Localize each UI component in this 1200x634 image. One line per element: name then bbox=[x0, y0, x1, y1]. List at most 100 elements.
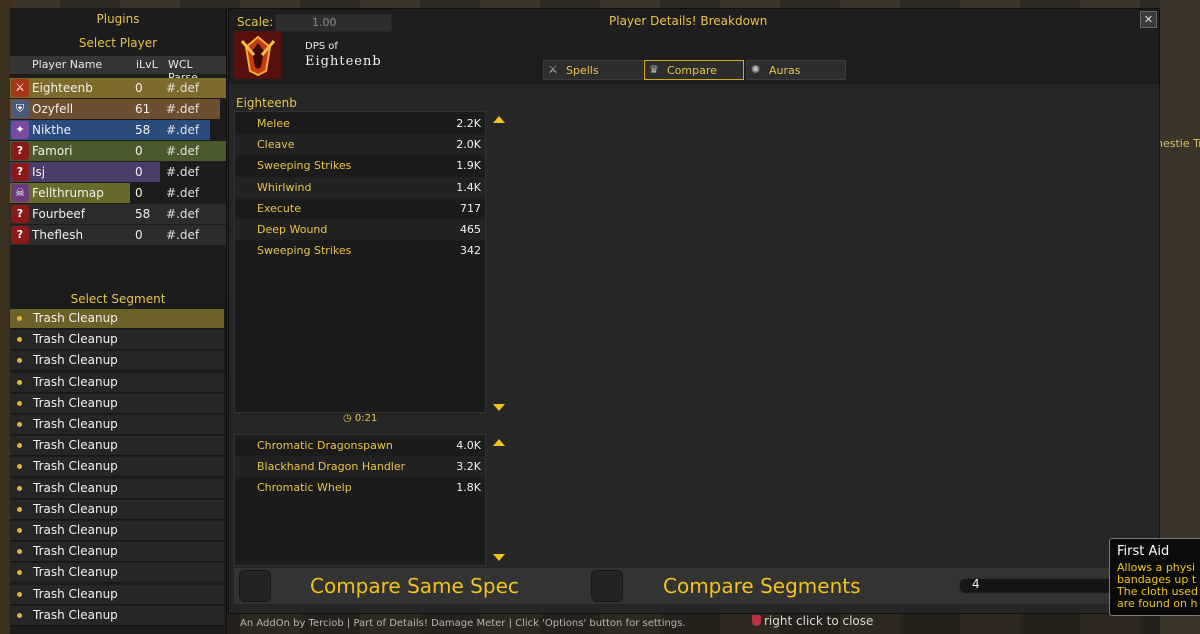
segment-row[interactable]: Trash Cleanup bbox=[10, 584, 224, 605]
spell-row[interactable]: Whirlwind 1.4K bbox=[235, 176, 485, 198]
spell-row[interactable]: Cleave 2.0K bbox=[235, 134, 485, 156]
segment-label: Trash Cleanup bbox=[33, 586, 118, 601]
selected-player-name: Eighteenb bbox=[305, 54, 382, 69]
close-button[interactable]: ✕ bbox=[1140, 11, 1157, 28]
player-parse: #.def bbox=[166, 81, 200, 95]
segment-row[interactable]: Trash Cleanup bbox=[10, 542, 224, 563]
segment-row[interactable]: Trash Cleanup bbox=[10, 393, 224, 414]
tab-compare[interactable]: ♛ Compare bbox=[644, 60, 744, 80]
segment-label: Trash Cleanup bbox=[33, 417, 118, 431]
segment-row[interactable]: Trash Cleanup bbox=[10, 563, 224, 584]
segment-row[interactable]: Trash Cleanup bbox=[10, 605, 224, 626]
player-details-window: Scale: 1.00 Player Details! Breakdown ✕ … bbox=[228, 8, 1160, 614]
timer-value: 0:21 bbox=[354, 413, 378, 424]
segment-label: Trash Cleanup bbox=[33, 438, 118, 453]
window-title: Player Details! Breakdown bbox=[609, 14, 768, 28]
segment-label: Trash Cleanup bbox=[33, 565, 118, 580]
player-ilvl: 0 bbox=[135, 144, 143, 158]
segment-label: Trash Cleanup bbox=[33, 544, 118, 559]
target-row[interactable]: Chromatic Dragonspawn 4.0K bbox=[235, 435, 485, 456]
tab-spells-label: Spells bbox=[566, 64, 599, 77]
player-row[interactable]: ⚔ Eighteenb 0 #.def bbox=[10, 78, 226, 98]
spell-value: 2.2K bbox=[456, 117, 481, 130]
target-value: 4.0K bbox=[456, 439, 481, 452]
segment-label: Trash Cleanup bbox=[33, 459, 118, 474]
target-row[interactable]: Chromatic Whelp 1.8K bbox=[235, 477, 485, 498]
scale-value: 1.00 bbox=[312, 16, 337, 29]
segment-row[interactable]: Trash Cleanup bbox=[10, 372, 224, 393]
spell-name: Deep Wound bbox=[257, 223, 328, 236]
segment-row[interactable]: Trash Cleanup bbox=[10, 351, 224, 372]
segment-dot-icon bbox=[17, 400, 22, 406]
tab-spells[interactable]: ⚔ Spells bbox=[543, 60, 643, 80]
segment-row[interactable]: Trash Cleanup bbox=[10, 330, 224, 351]
segment-dot-icon bbox=[17, 337, 22, 343]
spell-name: Sweeping Strikes bbox=[257, 244, 352, 258]
header-ilvl: iLvL bbox=[136, 58, 158, 71]
plugins-panel: Plugins Select Player Player Name iLvL W… bbox=[10, 8, 227, 634]
target-scroll-up-icon[interactable] bbox=[493, 439, 505, 446]
slider-value: 4 bbox=[972, 577, 980, 591]
segment-row[interactable]: Trash Cleanup bbox=[10, 499, 224, 520]
spell-list: Melee 2.2K Cleave 2.0K Sweeping Strikes 1.9K W… bbox=[234, 111, 486, 413]
spell-value: 717 bbox=[460, 201, 481, 215]
compare-same-spec-checkbox[interactable] bbox=[239, 570, 271, 602]
player-row[interactable]: ? Fourbeef 58 #.def bbox=[10, 204, 226, 224]
segment-row[interactable]: Trash Cleanup bbox=[10, 457, 224, 478]
segment-row[interactable]: Trash Cleanup bbox=[10, 478, 224, 499]
tab-compare-label: Compare bbox=[667, 64, 717, 77]
spell-scroll-up-icon[interactable] bbox=[493, 116, 505, 123]
target-name: Chromatic Dragonspawn bbox=[257, 439, 393, 452]
shield-icon bbox=[752, 615, 761, 626]
segment-label: Trash Cleanup bbox=[33, 353, 118, 368]
spell-scroll-down-icon[interactable] bbox=[493, 404, 505, 411]
breakdown-content: Eighteenb Melee 2.2K Cleave 2.0K Sweeping St… bbox=[229, 84, 1159, 613]
segment-row[interactable]: Trash Cleanup bbox=[10, 415, 224, 435]
spell-name: Cleave bbox=[257, 138, 295, 152]
warlock-icon: ☠ bbox=[11, 184, 29, 202]
target-scroll-down-icon[interactable] bbox=[493, 554, 505, 561]
spell-value: 1.9K bbox=[456, 159, 481, 173]
segment-label: Trash Cleanup bbox=[33, 374, 118, 389]
segment-dot-icon bbox=[17, 443, 22, 449]
tooltip-line: are found on h bbox=[1117, 597, 1198, 610]
player-row[interactable]: ☠ Fellthrumap 0 #.def bbox=[10, 183, 226, 203]
player-row[interactable]: ? Isj 0 #.def bbox=[10, 162, 226, 182]
segment-timer: ◷ 0:21 bbox=[343, 413, 378, 424]
segment-row[interactable]: Trash Cleanup bbox=[10, 436, 224, 457]
segment-dot-icon bbox=[17, 464, 22, 470]
spell-row[interactable]: Sweeping Strikes 1.9K bbox=[235, 155, 485, 176]
player-parse: #.def bbox=[166, 207, 200, 221]
segment-row[interactable]: Trash Cleanup bbox=[10, 309, 224, 329]
player-row[interactable]: ⛨ Ozyfell 61 #.def bbox=[10, 99, 226, 119]
spell-name: Sweeping Strikes bbox=[257, 159, 352, 173]
player-name: Fellthrumap bbox=[32, 186, 104, 200]
spell-row[interactable]: Deep Wound 465 bbox=[235, 219, 485, 240]
segment-label: Trash Cleanup bbox=[33, 501, 118, 516]
player-row[interactable]: ✦ Nikthe 58 #.def bbox=[10, 120, 226, 140]
spell-row[interactable]: Melee 2.2K bbox=[235, 113, 485, 134]
player-row[interactable]: ? Theflesh 0 #.def bbox=[10, 225, 226, 245]
select-player-title: Select Player bbox=[78, 36, 158, 50]
player-parse: #.def bbox=[166, 144, 200, 158]
spell-name: Whirlwind bbox=[257, 180, 312, 194]
player-name: Famori bbox=[32, 144, 73, 158]
plugins-title: Plugins bbox=[96, 12, 140, 26]
compare-segments-checkbox[interactable] bbox=[591, 570, 623, 602]
player-name: Ozyfell bbox=[32, 102, 74, 116]
tab-auras[interactable]: ✺ Auras bbox=[746, 60, 846, 80]
question-icon: ? bbox=[11, 226, 29, 244]
segment-row[interactable]: Trash Cleanup bbox=[10, 521, 224, 541]
spell-row[interactable]: Sweeping Strikes 342 bbox=[235, 240, 485, 261]
player-row[interactable]: ? Famori 0 #.def bbox=[10, 141, 226, 161]
player-name: Isj bbox=[32, 165, 46, 179]
scale-input[interactable]: 1.00 bbox=[275, 14, 392, 32]
player-name: Fourbeef bbox=[32, 207, 85, 221]
player-parse: #.def bbox=[166, 186, 200, 200]
scale-label: Scale: bbox=[237, 15, 274, 29]
warrior-icon: ⚔ bbox=[11, 79, 29, 97]
spell-row[interactable]: Execute 717 bbox=[235, 198, 485, 219]
target-row[interactable]: Blackhand Dragon Handler 3.2K bbox=[235, 456, 485, 478]
compare-options-bar: Compare Same Spec Compare Segments 4 bbox=[234, 568, 1156, 604]
player-parse: #.def bbox=[166, 228, 200, 242]
